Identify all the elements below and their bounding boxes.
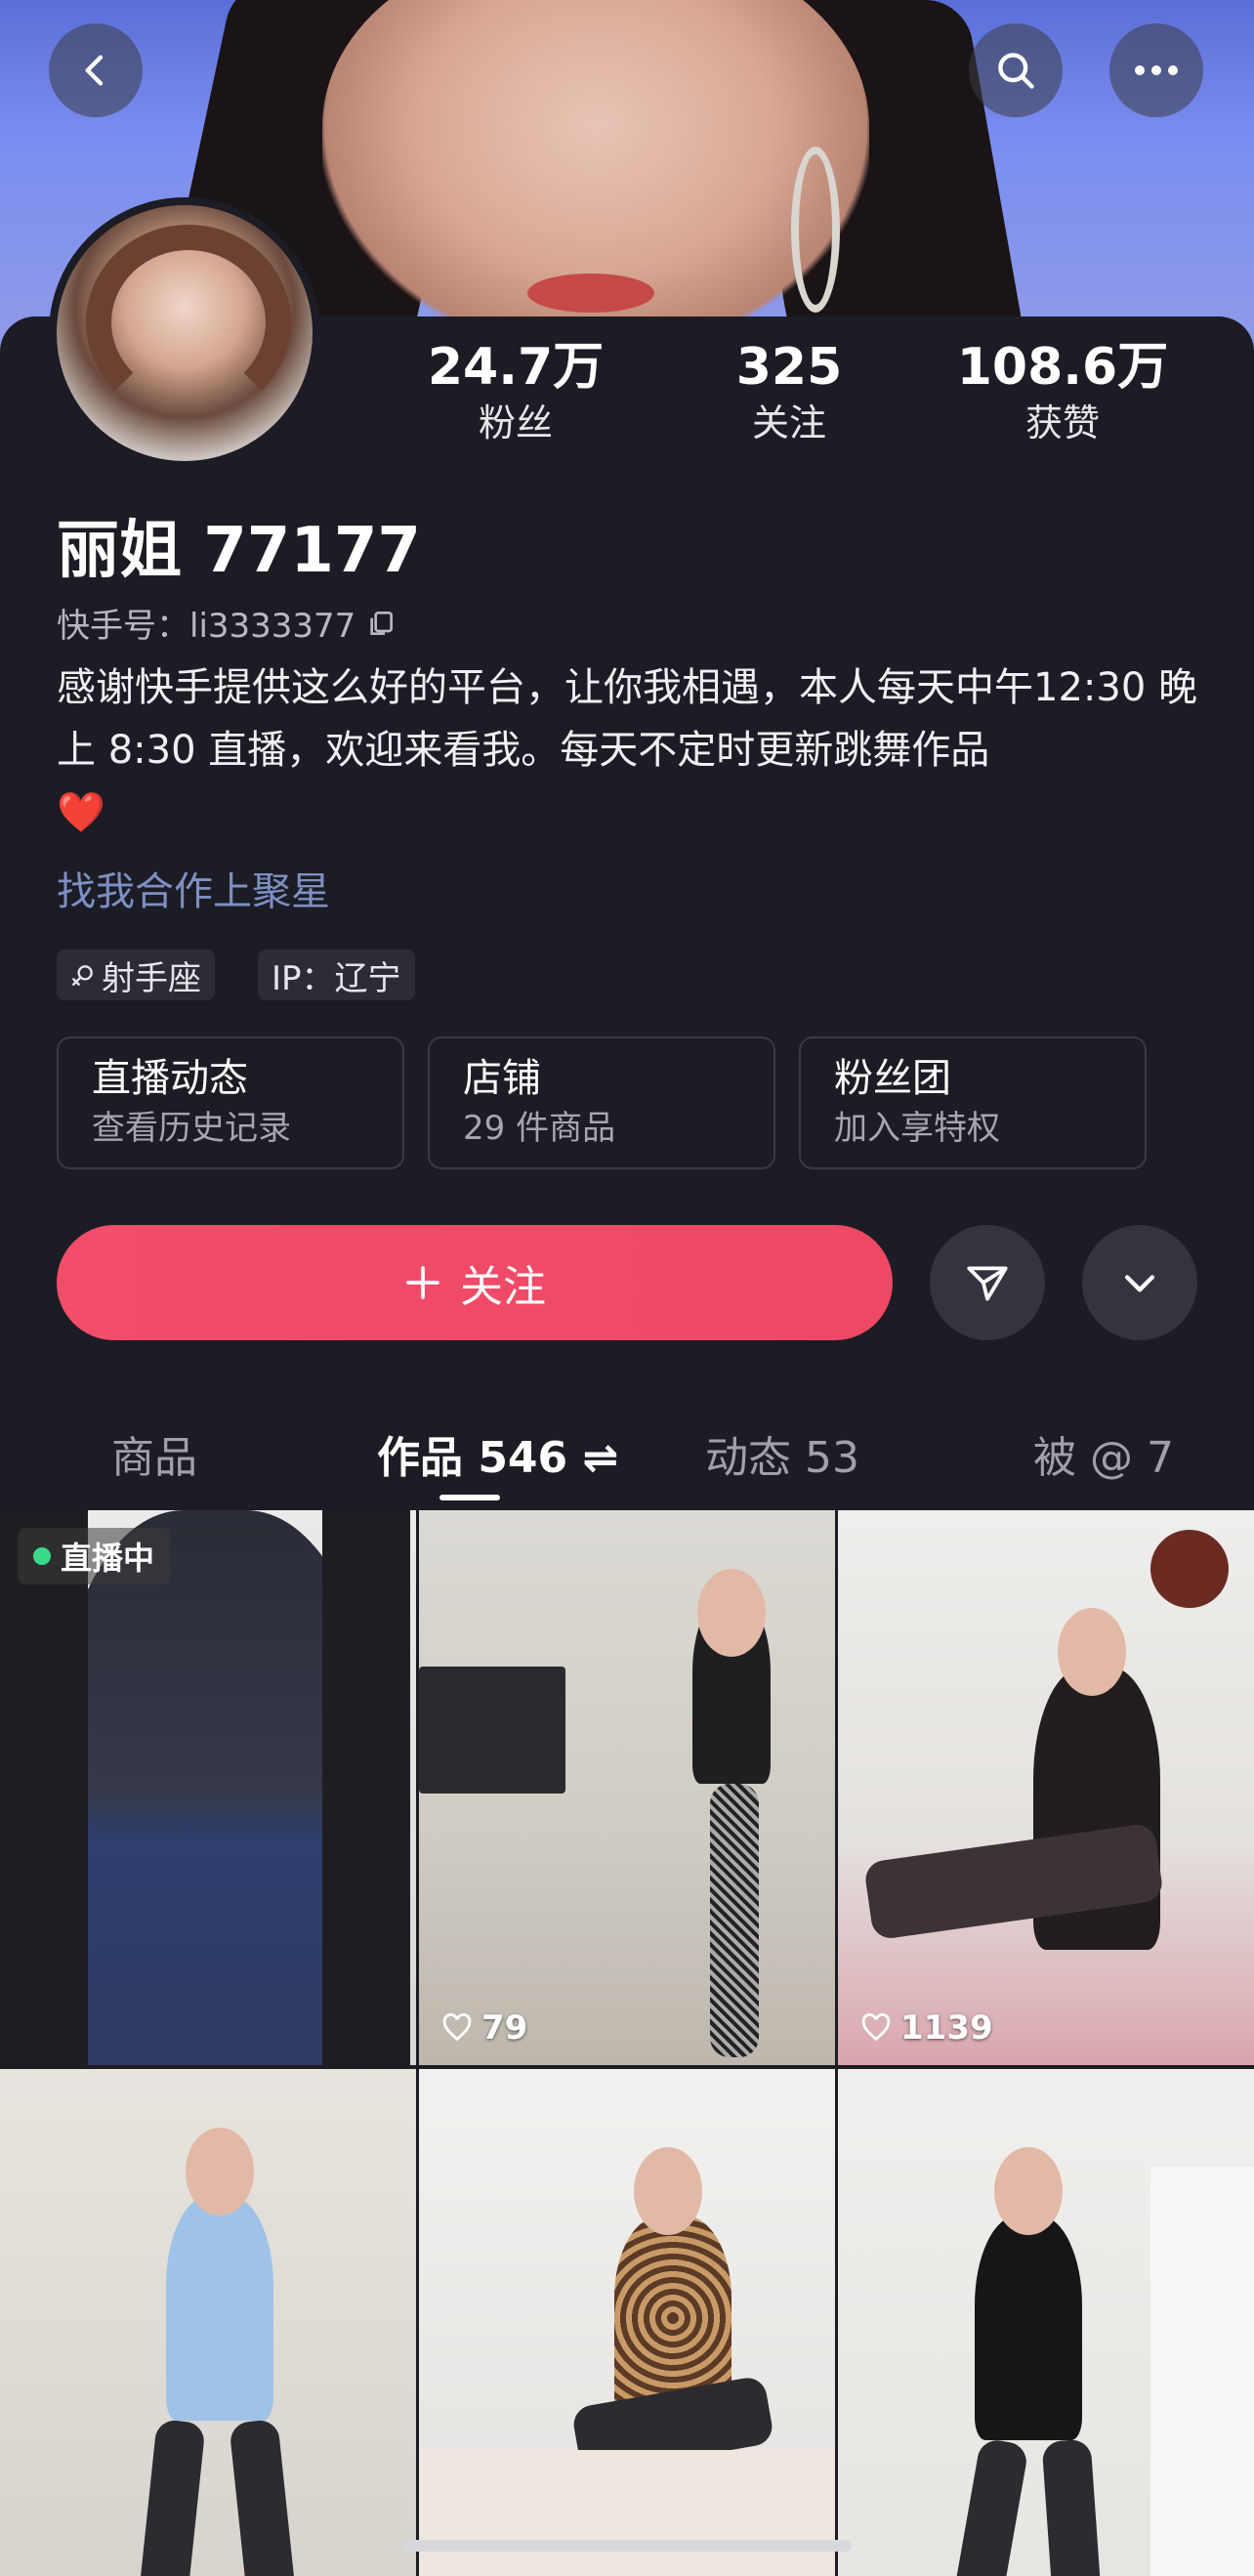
like-count: 1139: [859, 2008, 993, 2048]
tab-works[interactable]: 作品 546 ⇌: [377, 1422, 618, 1485]
send-icon: [967, 1266, 1008, 1301]
stat-label: 粉丝: [478, 401, 553, 444]
search-button[interactable]: [969, 23, 1063, 117]
video-thumbnail[interactable]: [419, 2069, 835, 2576]
stat-label: 获赞: [1024, 401, 1100, 444]
live-badge: 直播中: [18, 1528, 171, 1584]
tag-text: 射手座: [102, 958, 201, 998]
like-count-text: 79: [481, 2008, 528, 2048]
tag-ip: IP：辽宁: [258, 950, 415, 1000]
kuaishou-id-row: 快手号：li3333377: [57, 599, 397, 647]
chevron-down-icon: [1124, 1275, 1155, 1292]
cover-earring: [791, 147, 840, 313]
heart-outline-icon: [442, 2013, 472, 2042]
home-indicator: [402, 2540, 852, 2552]
tab-products[interactable]: 商品: [111, 1422, 197, 1485]
video-thumbnail[interactable]: [0, 2069, 416, 2576]
cover-lips: [527, 274, 654, 313]
stat-label: 关注: [751, 401, 826, 444]
plus-icon: [406, 1266, 439, 1299]
kuaishou-id-label: 快手号：: [57, 607, 189, 646]
tab-moments[interactable]: 动态 53: [705, 1422, 859, 1485]
expand-button[interactable]: [1082, 1225, 1197, 1340]
stat-value: 325: [735, 338, 843, 397]
card-subtitle: 查看历史记录: [92, 1109, 291, 1148]
stat-value: 24.7万: [427, 338, 605, 397]
follow-label: 关注: [460, 1262, 546, 1312]
bio-text: 感谢快手提供这么好的平台，让你我相遇，本人每天中午12:30 晚上 8:30 直…: [57, 665, 1197, 773]
stat-following[interactable]: 325 关注: [672, 337, 906, 446]
heart-emoji: ❤️: [57, 790, 105, 835]
like-count-text: 1139: [900, 2008, 993, 2048]
message-button[interactable]: [930, 1225, 1045, 1340]
chevron-left-icon: [85, 55, 104, 86]
cooperation-link[interactable]: 找我合作上聚星: [57, 860, 330, 916]
more-dots-icon: [1135, 65, 1178, 75]
card-title: 粉丝团: [834, 1056, 951, 1101]
active-tab-indicator: [439, 1495, 500, 1500]
more-button[interactable]: [1109, 23, 1203, 117]
video-thumbnail[interactable]: [838, 2069, 1254, 2576]
copy-icon[interactable]: [365, 608, 397, 639]
heart-outline-icon: [861, 2013, 891, 2042]
stat-fans[interactable]: 24.7万 粉丝: [398, 337, 633, 446]
tag-text: IP：辽宁: [272, 958, 401, 998]
video-thumbnail[interactable]: 1139: [838, 1510, 1254, 2065]
card-title: 直播动态: [92, 1056, 248, 1101]
video-thumbnail[interactable]: 79: [419, 1510, 835, 2065]
tag-constellation: 射手座: [57, 950, 215, 1000]
stat-likes[interactable]: 108.6万 获赞: [945, 337, 1180, 446]
card-subtitle: 加入享特权: [834, 1109, 1000, 1148]
card-live-history[interactable]: 直播动态 查看历史记录: [57, 1036, 404, 1169]
card-fan-club[interactable]: 粉丝团 加入享特权: [799, 1036, 1147, 1169]
kuaishou-id-value: li3333377: [189, 607, 356, 646]
profile-name: 丽姐 77177: [57, 515, 421, 587]
follow-button[interactable]: 关注: [57, 1225, 893, 1340]
card-subtitle: 29 件商品: [463, 1109, 616, 1148]
content-tabs: 商品 作品 546 ⇌ 动态 53 被 @ 7: [0, 1407, 1254, 1504]
back-button[interactable]: [49, 23, 143, 117]
stat-value: 108.6万: [956, 338, 1169, 397]
profile-bio: 感谢快手提供这么好的平台，让你我相遇，本人每天中午12:30 晚上 8:30 直…: [57, 656, 1209, 844]
tab-mentions[interactable]: 被 @ 7: [1033, 1422, 1174, 1485]
live-text: 直播中: [61, 1540, 155, 1577]
female-sign-icon: [72, 965, 93, 986]
card-title: 店铺: [463, 1056, 541, 1101]
card-shop[interactable]: 店铺 29 件商品: [428, 1036, 775, 1169]
search-icon: [998, 53, 1034, 89]
avatar[interactable]: [49, 197, 320, 469]
live-dot: [33, 1547, 51, 1565]
video-thumbnail[interactable]: 直播中: [0, 1510, 416, 2065]
like-count: 79: [440, 2008, 527, 2048]
